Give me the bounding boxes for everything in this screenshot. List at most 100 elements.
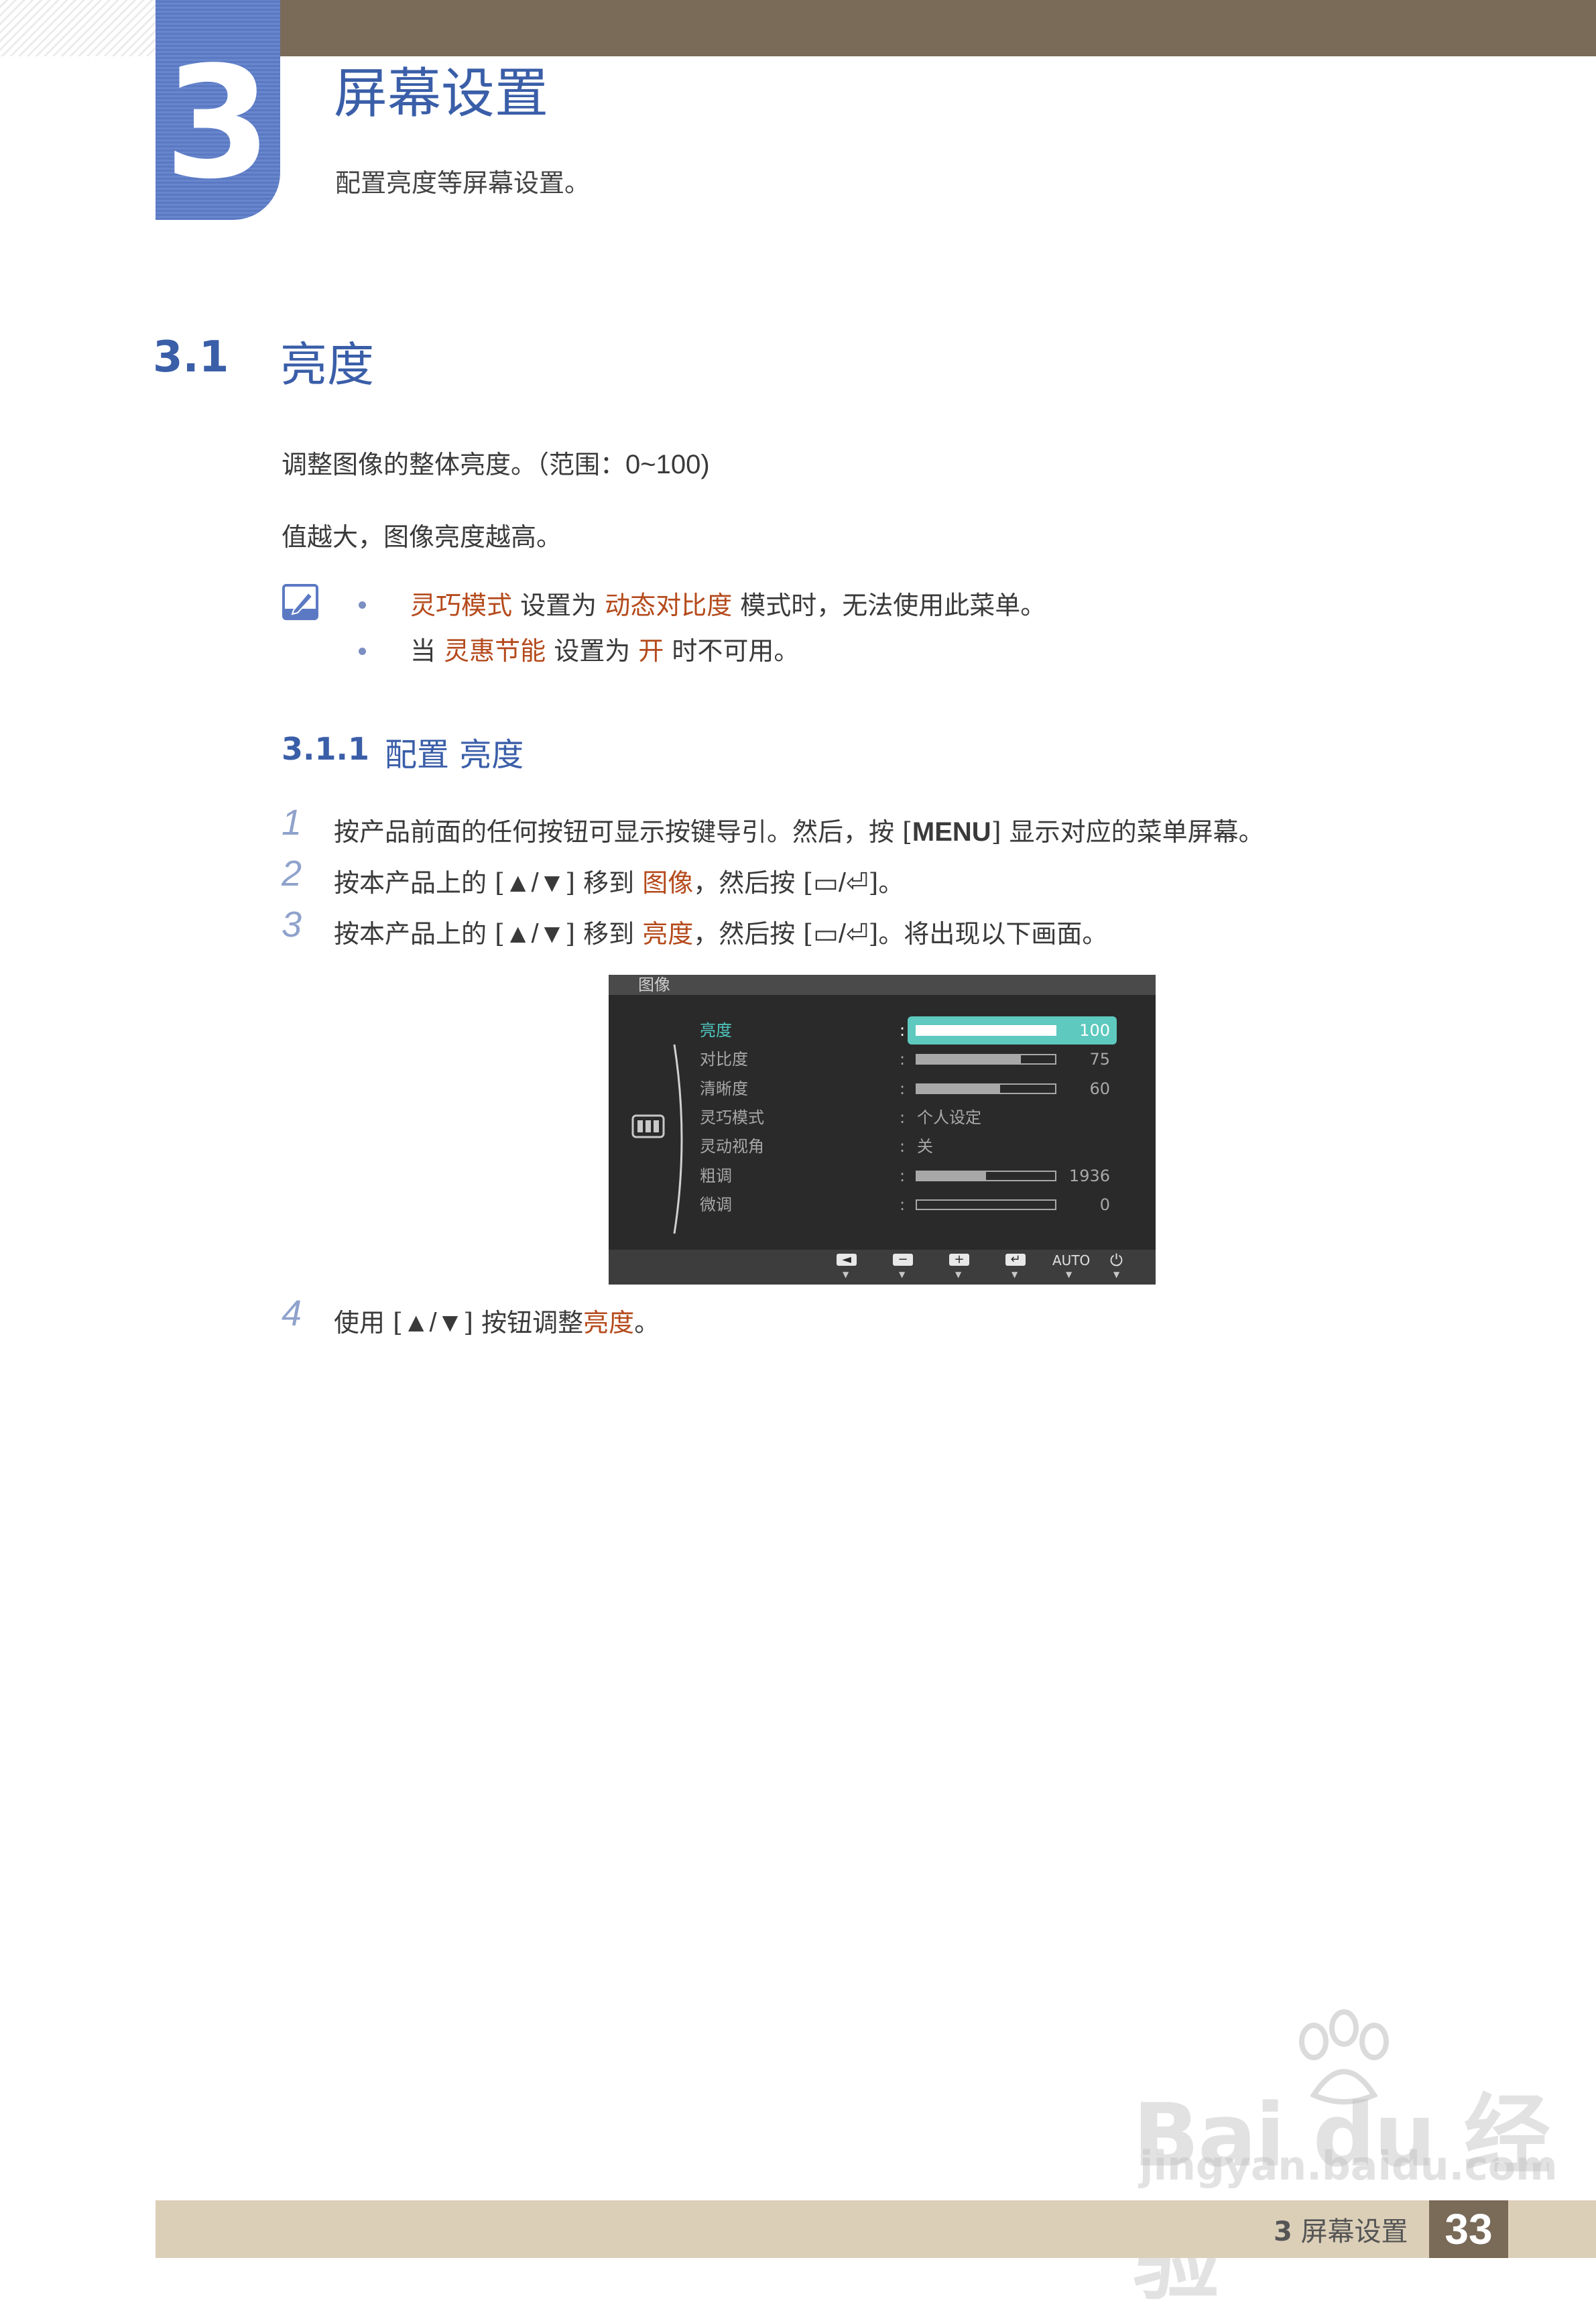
osd-title-bar	[609, 975, 1156, 995]
step-number: 3	[282, 904, 302, 945]
osd-row-separator: :	[900, 1021, 906, 1040]
step-text: 按产品前面的任何按钮可显示按键导引。然后，按 [MENU] 显示对应的菜单屏幕。	[334, 811, 1264, 848]
up-down-key: ▲/▼	[402, 1308, 464, 1338]
step-text: 按本产品上的 [▲/▼] 移到 图像，然后按 [▭/⏎]。	[334, 862, 904, 899]
step-text-part: ，然后按 [	[693, 919, 814, 949]
plus-glyph: +	[954, 1252, 965, 1266]
osd-level-bar-fill	[917, 1026, 1055, 1034]
osd-row-value: 0	[1099, 1195, 1110, 1214]
osd-row-value: 关	[917, 1137, 933, 1156]
step-text-part: ]。	[868, 868, 904, 898]
osd-row-separator: :	[900, 1137, 906, 1156]
plus-icon: +	[949, 1254, 969, 1266]
osd-row-label: 对比度	[700, 1050, 748, 1069]
subsection-number: 3.1.1	[282, 731, 369, 767]
left-arrow-icon: ◄	[837, 1254, 857, 1266]
osd-button-bar: ◄ ▼ − ▼ + ▼ ↵ ▼ AUTO ▼ ⏻ ▼	[609, 1250, 1156, 1285]
note-text: 当	[410, 636, 444, 666]
auto-button: AUTO	[1052, 1252, 1091, 1268]
section-intro-text: 调整图像的整体亮度。（范围：	[282, 450, 626, 479]
source-enter-key: ▭/⏎	[813, 919, 869, 949]
step-text-part: ]。将出现以下画面。	[868, 919, 1108, 949]
osd-level-bar	[916, 1199, 1056, 1210]
step-text: 按本产品上的 [▲/▼] 移到 亮度，然后按 [▭/⏎]。将出现以下画面。	[334, 913, 1107, 950]
section-value-paragraph: 值越大，图像亮度越高。	[282, 522, 562, 552]
step-text-part: ] 移到	[565, 919, 643, 949]
chapter-title: 屏幕设置	[334, 62, 548, 125]
osd-level-bar-fill	[917, 1085, 1000, 1093]
up-down-key: ▲/▼	[504, 868, 566, 898]
minus-glyph: −	[898, 1252, 908, 1266]
step-text-part: ] 移到	[565, 868, 643, 898]
step-text-part: ，然后按 [	[693, 868, 814, 898]
arrow-down-icon: ▼	[955, 1270, 962, 1279]
step-text-part: 。	[634, 1308, 660, 1338]
osd-row-label: 亮度	[700, 1021, 732, 1040]
step-text-part: 按本产品上的 [	[334, 868, 505, 898]
arrow-down-icon: ▼	[843, 1270, 849, 1279]
osd-level-bar	[916, 1171, 1056, 1181]
page-number: 33	[1445, 2205, 1493, 2253]
section-intro-range: 0~100)	[625, 450, 710, 479]
baidu-watermark-logo: Bai du 经验	[1133, 2084, 1551, 2312]
bullet-icon	[359, 648, 366, 655]
arrow-down-icon: ▼	[1066, 1270, 1072, 1279]
osd-row-value: 60	[1089, 1079, 1110, 1098]
osd-row-label: 灵巧模式	[700, 1108, 764, 1127]
step-number: 1	[282, 803, 302, 843]
step-text-part: ] 显示对应的菜单屏幕。	[991, 817, 1264, 847]
osd-row-label: 清晰度	[700, 1079, 748, 1098]
menu-key: MENU	[912, 817, 991, 847]
arrow-down-icon: ▼	[899, 1270, 906, 1279]
up-down-key: ▲/▼	[504, 919, 566, 949]
section-intro-paragraph: 调整图像的整体亮度。（范围：0~100)	[282, 444, 710, 481]
enter-icon: ↵	[1005, 1254, 1026, 1266]
minus-icon: −	[893, 1254, 913, 1266]
chapter-subtitle: 配置亮度等屏幕设置。	[335, 168, 591, 198]
note-highlight: 灵巧模式	[410, 591, 513, 620]
step-text: 使用 [▲/▼] 按钮调整亮度。	[334, 1302, 660, 1339]
step-number: 4	[282, 1293, 302, 1333]
osd-level-bar	[916, 1025, 1056, 1036]
note-highlight: 灵惠节能	[444, 636, 546, 666]
osd-row-label: 微调	[700, 1195, 732, 1214]
footer-chapter-number: 3	[1274, 2216, 1292, 2247]
footer-chapter-label: 3 屏幕设置	[1274, 2210, 1408, 2249]
osd-row-separator: :	[900, 1108, 906, 1127]
osd-row-separator: :	[900, 1050, 906, 1069]
left-arrow-glyph: ◄	[842, 1252, 851, 1266]
footer-chapter-title: 屏幕设置	[1300, 2216, 1408, 2247]
step-text-part: 按本产品上的 [	[334, 919, 505, 949]
header-bar	[280, 0, 1596, 56]
note-item: 当 灵惠节能 设置为 开 时不可用。	[410, 630, 799, 667]
note-text: 时不可用。	[664, 636, 800, 666]
step-highlight: 亮度	[583, 1308, 635, 1338]
source-enter-key: ▭/⏎	[813, 868, 869, 898]
bullet-icon	[359, 601, 366, 609]
picture-menu-icon	[631, 1114, 665, 1138]
step-number: 2	[282, 853, 302, 894]
section-number: 3.1	[153, 333, 229, 382]
menu-key-label: MENU	[912, 817, 991, 847]
step-highlight: 亮度	[642, 919, 694, 949]
subsection-title: 配置 亮度	[385, 736, 524, 774]
osd-arc-decoration	[673, 1044, 683, 1234]
note-highlight: 动态对比度	[605, 591, 733, 620]
osd-row-separator: :	[900, 1167, 906, 1185]
section-title: 亮度	[280, 337, 374, 392]
osd-level-bar-fill	[917, 1055, 1021, 1063]
baidu-watermark-url: jingyan.baidu.com	[1140, 2143, 1558, 2190]
step-text-part: 按产品前面的任何按钮可显示按键导引。然后，按 [	[334, 817, 912, 847]
note-text: 模式时，无法使用此菜单。	[732, 591, 1046, 620]
power-icon: ⏻	[1110, 1251, 1123, 1270]
note-text: 设置为	[512, 591, 605, 620]
step-text-part: ] 按钮调整	[463, 1308, 584, 1338]
osd-row-label: 粗调	[700, 1167, 732, 1185]
osd-title: 图像	[638, 975, 670, 994]
osd-row-label: 灵动视角	[700, 1137, 764, 1156]
osd-row-value: 个人设定	[917, 1108, 981, 1127]
note-highlight: 开	[638, 636, 664, 666]
osd-row-separator: :	[900, 1195, 906, 1214]
note-item: 灵巧模式 设置为 动态对比度 模式时，无法使用此菜单。	[410, 585, 1046, 621]
osd-row-value: 100	[1079, 1021, 1110, 1040]
